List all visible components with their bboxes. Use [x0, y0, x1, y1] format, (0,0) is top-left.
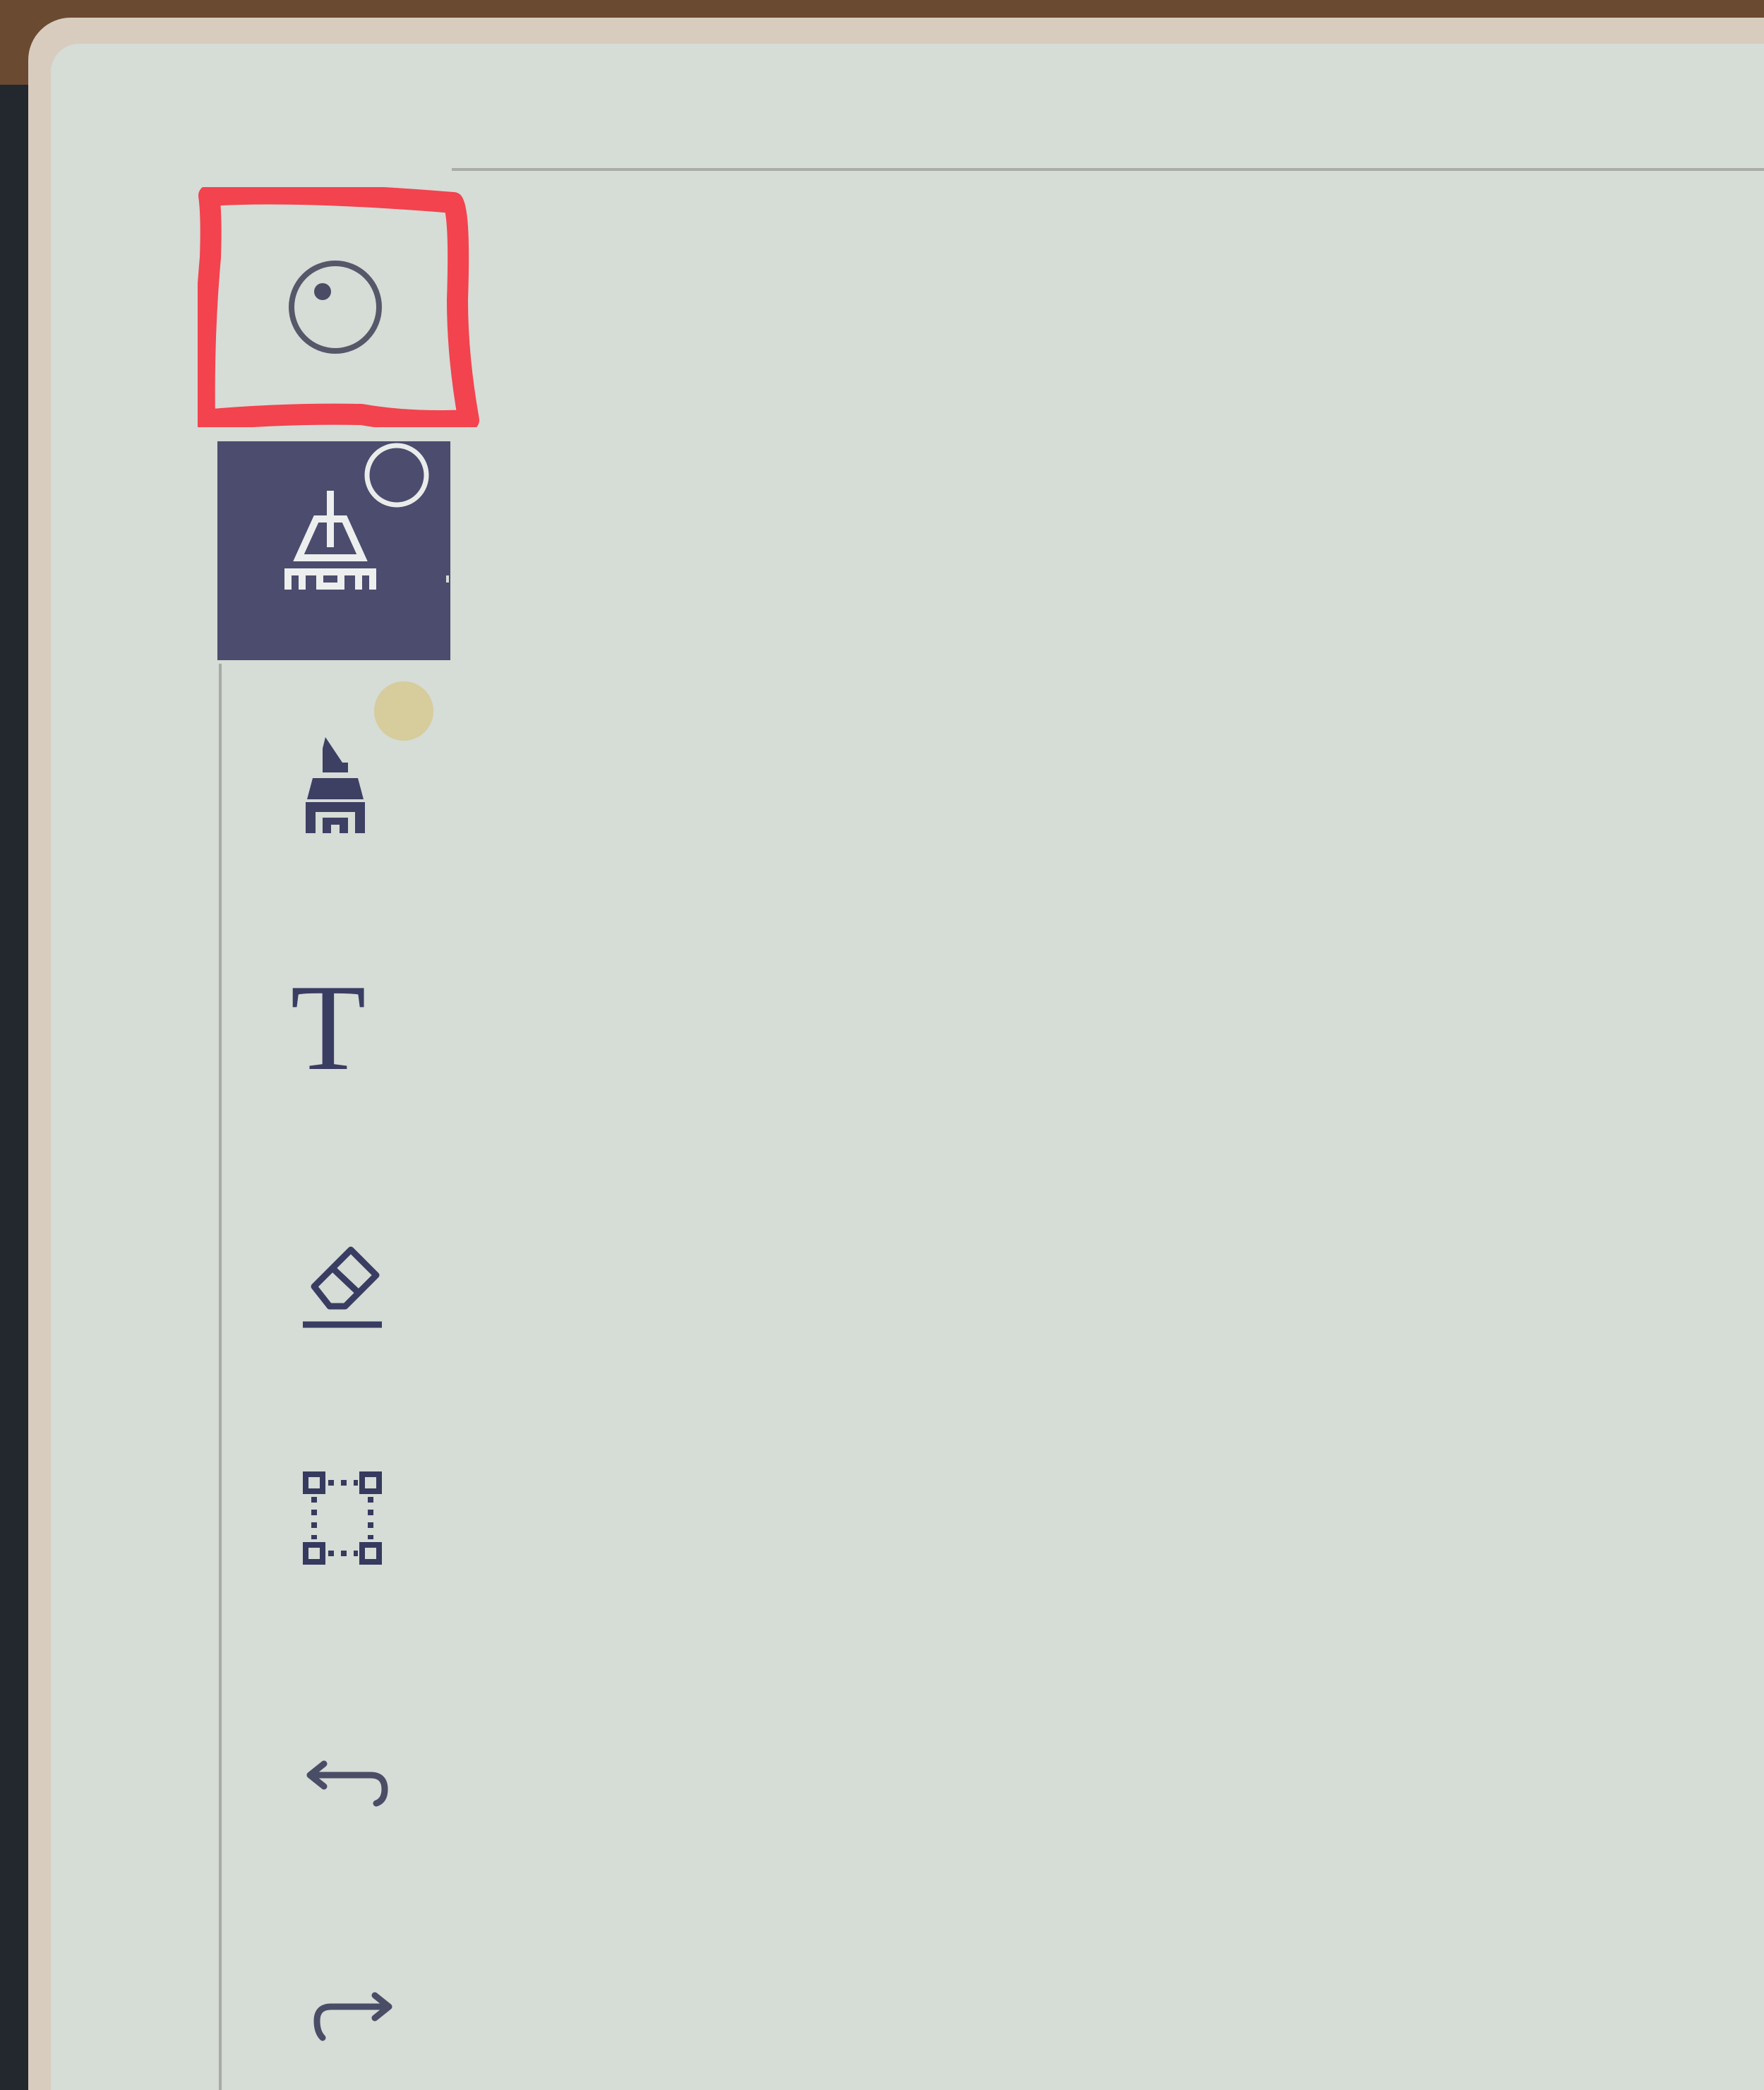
tool-redo[interactable] [233, 1949, 466, 2090]
highlighter-color-badge [374, 681, 433, 741]
tool-highlighter[interactable] [219, 720, 452, 861]
tool-eraser[interactable] [226, 1207, 459, 1349]
text-tool-icon: T [290, 958, 366, 1096]
eraser-icon [303, 1246, 382, 1328]
photo-scene: T [0, 0, 1764, 2090]
top-divider [452, 168, 1764, 171]
tool-pointer[interactable] [219, 222, 452, 392]
tool-undo[interactable] [233, 1702, 466, 1843]
fineliner-pen-icon [284, 443, 449, 590]
tool-selection[interactable] [226, 1447, 459, 1589]
undo-icon [306, 1760, 388, 1807]
tool-pen[interactable] [217, 441, 450, 660]
highlighter-icon [306, 737, 365, 833]
toolbar-edge-divider [219, 664, 222, 2090]
selection-icon [303, 1471, 382, 1565]
redo-icon [313, 1992, 392, 2041]
target-dot-icon [289, 261, 382, 354]
tool-text[interactable]: T [212, 957, 445, 1098]
